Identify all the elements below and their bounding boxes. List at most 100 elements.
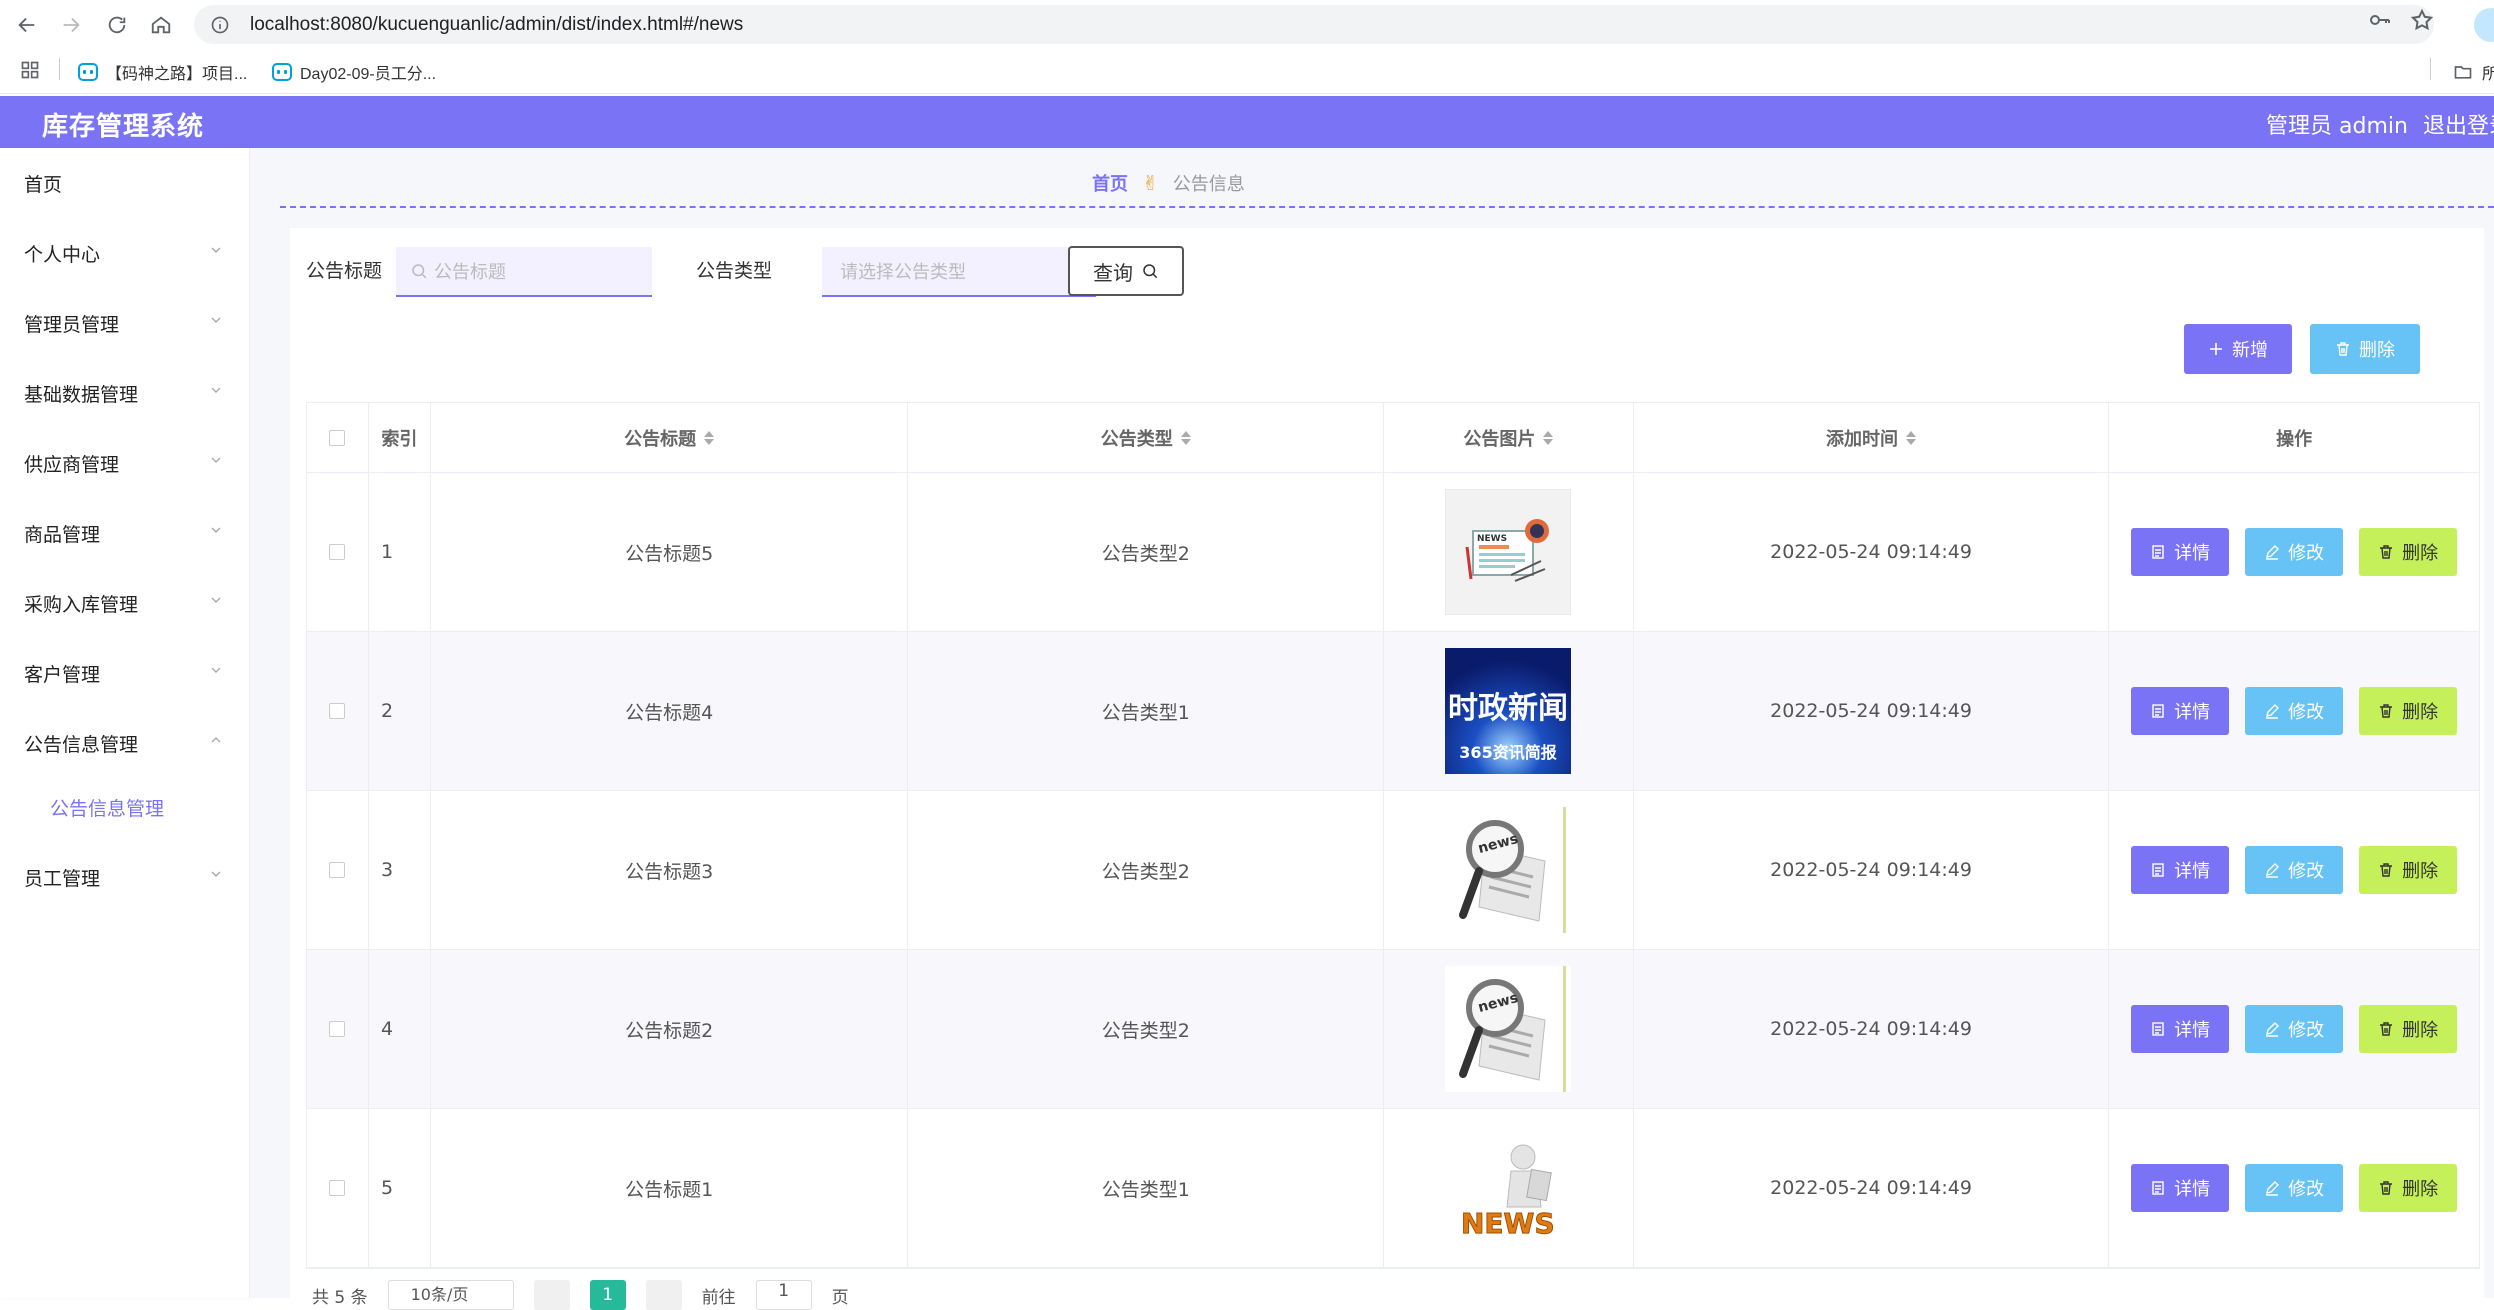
sort-icon[interactable] (1906, 430, 1917, 445)
trash-icon (2380, 1181, 2393, 1195)
breadcrumb-current: 公告信息 (1172, 174, 1245, 195)
profile-avatar[interactable] (2474, 8, 2494, 42)
image-text: 365资讯简报 (1460, 743, 1557, 762)
sidebar-item-basic-data[interactable]: 基础数据管理 (24, 380, 138, 407)
prev-page-button[interactable] (533, 1280, 570, 1310)
title-search-input[interactable]: 公告标题 (396, 247, 652, 297)
sidebar-item-purchase[interactable]: 采购入库管理 (24, 590, 138, 617)
batch-delete-button[interactable]: 删除 (2310, 324, 2420, 374)
home-icon[interactable] (146, 10, 176, 40)
main-content: 首页 ✌ 公告信息 公告标题 公告标题 公告类型 请选择公告类型 查询 新增 删… (250, 148, 2494, 1308)
next-page-button[interactable] (645, 1280, 682, 1310)
key-icon[interactable] (2368, 8, 2392, 32)
sidebar-item-profile[interactable]: 个人中心 (24, 240, 100, 267)
row-index: 5 (369, 1109, 431, 1267)
goto-label: 前往 (701, 1287, 736, 1308)
detail-button[interactable]: 详情 (2131, 846, 2230, 894)
edit-button[interactable]: 修改 (2245, 1005, 2344, 1053)
page-size-select[interactable]: 10条/页 (387, 1280, 514, 1310)
row-title: 公告标题2 (431, 950, 909, 1108)
edit-icon (2266, 545, 2280, 560)
url-text[interactable]: localhost:8080/kucuenguanlic/admin/dist/… (250, 14, 743, 36)
column-header-title[interactable]: 公告标题 (431, 403, 909, 472)
document-icon (2152, 1022, 2164, 1036)
politics-news-image[interactable]: 时政新闻 365资讯简报 (1445, 648, 1572, 774)
sidebar-item-customers[interactable]: 客户管理 (24, 660, 100, 687)
delete-button[interactable]: 删除 (2359, 687, 2458, 735)
column-header-type[interactable]: 公告类型 (908, 403, 1384, 472)
trash-icon (2380, 863, 2393, 877)
column-header-time[interactable]: 添加时间 (1634, 403, 2110, 472)
magnifier-news-image[interactable]: news (1445, 966, 1572, 1092)
figure-news-image[interactable]: NEWS (1445, 1125, 1572, 1251)
magnifier-news-image[interactable]: news (1445, 807, 1572, 933)
edit-button[interactable]: 修改 (2245, 1164, 2344, 1212)
trash-icon (2380, 545, 2393, 559)
row-time: 2022-05-24 09:14:49 (1634, 632, 2110, 790)
delete-button[interactable]: 删除 (2359, 1005, 2458, 1053)
select-all-checkbox[interactable] (329, 429, 346, 446)
reload-icon[interactable] (102, 10, 132, 40)
query-button[interactable]: 查询 (1068, 246, 1184, 296)
row-type: 公告类型1 (908, 1109, 1385, 1267)
batch-delete-label: 删除 (2359, 340, 2395, 361)
row-checkbox[interactable] (329, 1021, 346, 1037)
bookmark-item[interactable]: 【码神之路】项目... (78, 60, 247, 84)
sidebar-item-goods[interactable]: 商品管理 (24, 520, 100, 547)
detail-button[interactable]: 详情 (2131, 1164, 2230, 1212)
row-checkbox[interactable] (329, 703, 346, 719)
sidebar-item-suppliers[interactable]: 供应商管理 (24, 450, 119, 477)
app-header: 库存管理系统 管理员 admin 退出登录 (0, 96, 2494, 148)
forward-icon[interactable] (56, 10, 86, 40)
chevron-down-icon (211, 317, 221, 323)
back-icon[interactable] (12, 10, 42, 40)
sidebar-item-home[interactable]: 首页 (24, 170, 62, 197)
delete-button[interactable]: 删除 (2359, 1164, 2458, 1212)
detail-button[interactable]: 详情 (2131, 528, 2230, 576)
site-info-icon[interactable] (210, 15, 230, 35)
row-time: 2022-05-24 09:14:49 (1634, 950, 2110, 1108)
breadcrumb-bar: 首页 ✌ 公告信息 (280, 148, 2494, 208)
delete-button[interactable]: 删除 (2359, 528, 2458, 576)
edit-button[interactable]: 修改 (2245, 528, 2344, 576)
page-number-current[interactable]: 1 (589, 1280, 626, 1310)
row-actions: 详情 修改 删除 (2109, 791, 2479, 949)
row-checkbox[interactable] (329, 862, 346, 878)
bookmark-item[interactable]: Day02-09-员工分... (272, 60, 436, 84)
delete-button[interactable]: 删除 (2359, 846, 2458, 894)
detail-button[interactable]: 详情 (2131, 1005, 2230, 1053)
logout-link[interactable]: 退出登录 (2423, 108, 2494, 140)
column-header-image[interactable]: 公告图片 (1384, 403, 1634, 472)
trash-icon (2380, 1022, 2393, 1036)
star-icon[interactable] (2410, 8, 2434, 32)
detail-button[interactable]: 详情 (2131, 687, 2230, 735)
address-bar[interactable]: localhost:8080/kucuenguanlic/admin/dist/… (194, 5, 2434, 44)
sidebar-item-admins[interactable]: 管理员管理 (24, 310, 119, 337)
add-button[interactable]: 新增 (2184, 324, 2292, 374)
goto-page-input[interactable]: 1 (755, 1280, 812, 1310)
current-user: 管理员 admin (2266, 114, 2408, 139)
type-select[interactable]: 请选择公告类型 (822, 247, 1096, 297)
pagination-total: 共 5 条 (312, 1287, 368, 1308)
row-index: 2 (369, 632, 431, 790)
sidebar-item-notices[interactable]: 公告信息管理 (24, 730, 138, 757)
sort-icon[interactable] (1180, 430, 1191, 445)
sidebar-subitem-notice-management[interactable]: 公告信息管理 (50, 794, 164, 821)
row-title: 公告标题5 (431, 473, 909, 631)
plus-icon (2210, 343, 2222, 355)
row-checkbox[interactable] (329, 544, 346, 560)
breadcrumb-home[interactable]: 首页 (1092, 170, 1128, 196)
row-checkbox[interactable] (329, 1180, 346, 1196)
document-icon (2152, 863, 2164, 877)
apps-grid-icon[interactable] (20, 60, 40, 80)
bilibili-icon (78, 63, 98, 81)
edit-icon (2266, 704, 2280, 719)
sidebar-item-employees[interactable]: 员工管理 (24, 864, 100, 891)
sort-icon[interactable] (1543, 430, 1554, 445)
sort-icon[interactable] (704, 430, 715, 445)
row-image-cell: 时政新闻 365资讯简报 (1384, 632, 1634, 790)
edit-button[interactable]: 修改 (2245, 687, 2344, 735)
edit-button[interactable]: 修改 (2245, 846, 2344, 894)
all-bookmarks[interactable]: 所 (2452, 60, 2494, 84)
newspaper-image[interactable]: NEWS (1445, 489, 1572, 615)
